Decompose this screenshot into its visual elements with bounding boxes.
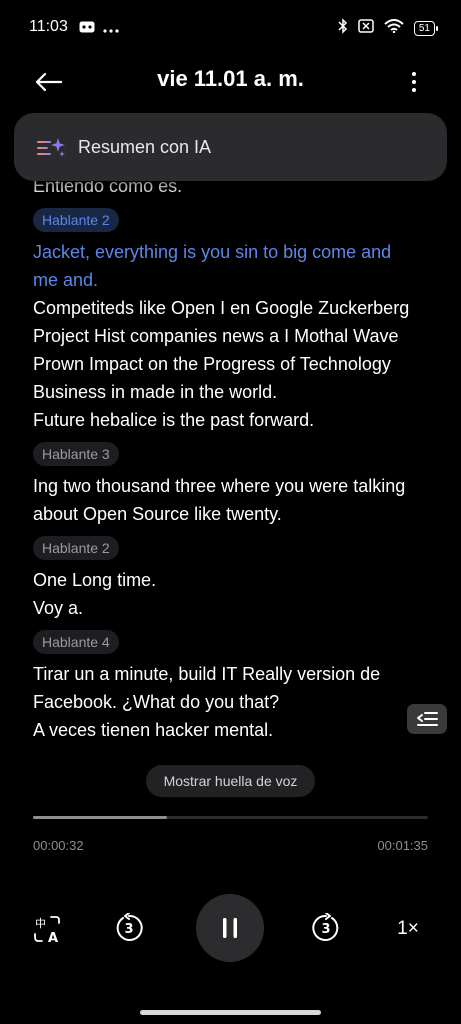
more-vertical-icon [412, 72, 416, 92]
battery-icon: 51 [413, 21, 439, 36]
page-title: vie 11.01 a. m. [157, 66, 304, 91]
transcript-line: Prown Impact on the Progress of Technolo… [33, 354, 391, 374]
transcript-line: Jacket, everything is you sin to big com… [33, 242, 392, 262]
bluetooth-icon [338, 18, 348, 39]
transcript-line: me and. [33, 270, 99, 290]
rewind-3s-icon: 3 [116, 913, 143, 941]
sim-icon [358, 19, 374, 38]
status-time: 11:03 [29, 18, 68, 35]
transcript-line: Business in made in the world. [33, 382, 278, 402]
transcript-line: Voy a. [33, 598, 84, 618]
home-indicator[interactable] [140, 1010, 321, 1015]
playback-progress-bar[interactable] [33, 816, 428, 819]
transcript-line: Ing two thousand three where you were ta… [33, 476, 406, 496]
transcript-line: A veces tienen hacker mental. [33, 720, 274, 740]
transcript-line: Future hebalice is the past forward. [33, 410, 315, 430]
pause-button[interactable] [196, 894, 264, 962]
svg-text:A: A [48, 931, 58, 944]
status-system-icons: 51 [338, 18, 439, 39]
rewind-button[interactable]: 3 [112, 911, 146, 945]
transcript-content: Entiendo cómo es. Hablante 2 Jacket, ever… [33, 172, 428, 744]
ai-summary-button[interactable]: Resumen con IA [14, 113, 447, 181]
text-align-icon [417, 712, 438, 726]
transcript-line: Facebook. ¿What do you that? [33, 692, 280, 712]
show-voice-print-button[interactable]: Mostrar huella de voz [146, 765, 315, 797]
forward-3s-icon: 3 [312, 913, 339, 941]
sparkle-list-icon [36, 132, 66, 162]
transcript-line: Competiteds like Open I en Google Zucker… [33, 298, 410, 318]
wifi-icon [384, 19, 404, 38]
speaker-label[interactable]: Hablante 2 [33, 536, 119, 560]
transcript-line: Tirar un a minute, build IT Really versi… [33, 664, 381, 684]
playback-progress-fill [33, 816, 168, 819]
playback-speed-button[interactable]: 1× [388, 914, 428, 944]
speaker-label[interactable]: Hablante 3 [33, 442, 119, 466]
svg-text:中: 中 [35, 917, 46, 930]
translate-icon: 中 A [34, 916, 60, 944]
forward-seconds: 3 [321, 922, 330, 937]
transcript[interactable]: Entiendo cómo es. Hablante 2 Jacket, ever… [0, 168, 461, 748]
transcript-line: One Long time. [33, 570, 157, 590]
transcript-line: Project Hist companies news a I Mothal W… [33, 326, 399, 346]
text-layout-button[interactable] [407, 704, 447, 734]
forward-button[interactable]: 3 [309, 911, 343, 945]
total-time: 00:01:35 [377, 838, 428, 853]
ai-summary-label: Resumen con IA [78, 136, 212, 157]
speaker-label[interactable]: Hablante 2 [33, 208, 119, 232]
message-icon [79, 20, 95, 38]
pause-icon [223, 918, 237, 938]
translate-button[interactable]: 中 A [30, 912, 64, 946]
status-bar: 11:03 51 [0, 0, 461, 56]
speaker-label[interactable]: Hablante 4 [33, 630, 119, 654]
rewind-seconds: 3 [124, 922, 133, 937]
more-options-button[interactable] [398, 64, 430, 100]
elapsed-time: 00:00:32 [33, 838, 84, 853]
transcript-line: about Open Source like twenty. [33, 504, 282, 524]
status-notification-icons [79, 20, 119, 38]
more-notifications-icon [103, 20, 119, 38]
